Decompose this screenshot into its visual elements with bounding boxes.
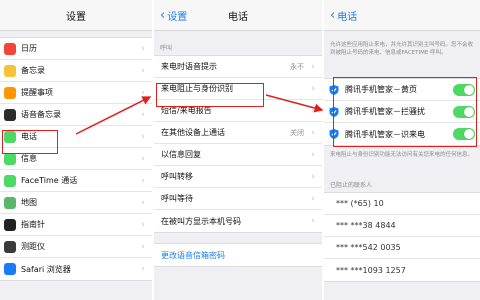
arrow-to-call-blocking — [75, 96, 152, 135]
annotation-arrows — [75, 94, 324, 135]
arrow-to-blocking-apps — [265, 94, 324, 113]
